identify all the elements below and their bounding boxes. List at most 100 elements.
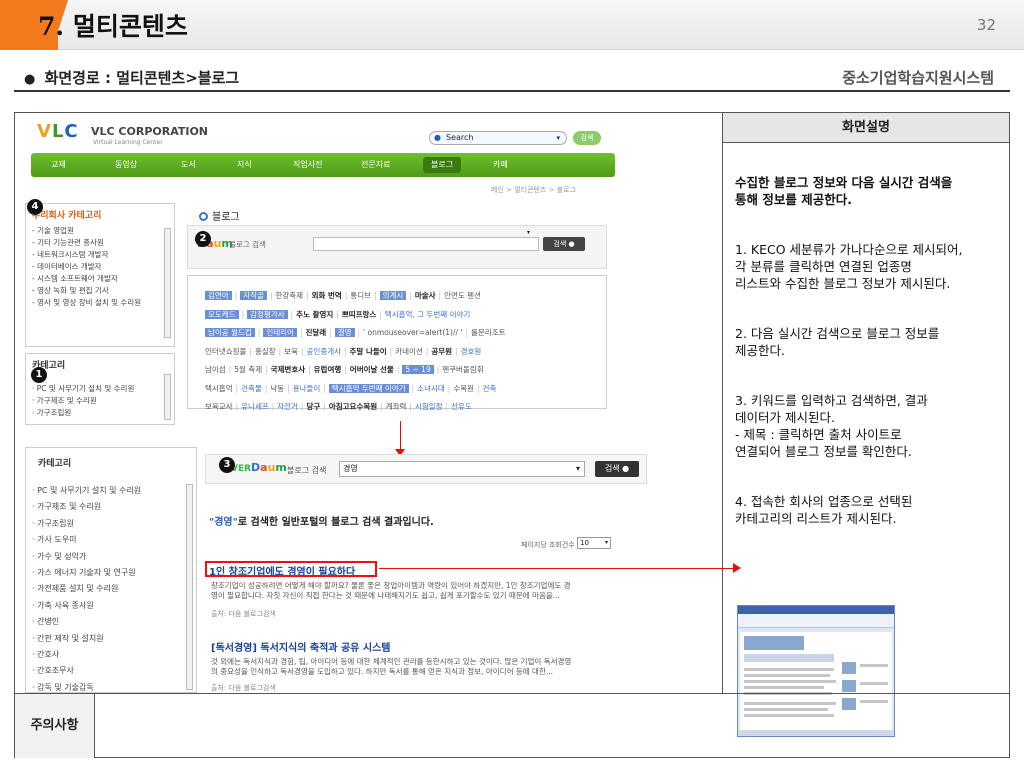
keyword-link[interactable]: 건축물 (241, 384, 262, 393)
keyword-link[interactable]: 경호원 (461, 347, 482, 356)
result-search-input[interactable]: 경영 ▾ (339, 461, 585, 477)
list-item[interactable]: · 가구조립원 (26, 516, 196, 532)
keyword-link[interactable]: 유니세프 (241, 402, 269, 411)
site-search-button[interactable]: 검색 (573, 131, 601, 145)
result-title-link[interactable]: [독서경영] 독서지식의 축적과 공유 시스템 (211, 639, 390, 654)
keyword-link[interactable]: 펜쿠버돌림휘 (442, 365, 483, 374)
list-item[interactable]: · 가축 사육 종사원 (26, 598, 196, 614)
list-item[interactable]: · 간병인 (26, 614, 196, 630)
blog-search-button[interactable]: 검색 ● (543, 237, 585, 251)
scrollbar[interactable] (186, 484, 193, 690)
result-source[interactable]: 출처: 다음 블로그검색 (211, 609, 276, 619)
list-item[interactable]: · 가수 및 성악가 (26, 549, 196, 565)
keyword-link[interactable]: 건축 (483, 384, 497, 393)
list-item[interactable]: · 간판 제작 및 설치원 (26, 631, 196, 647)
nav-textbook[interactable]: 교재 (51, 153, 66, 177)
keyword-link[interactable]: 추노 촬영지 (296, 310, 333, 319)
list-item[interactable]: - 영사 및 영상 장비 설치 및 수리원 (26, 297, 174, 309)
keyword-link[interactable]: 국제변호사 (271, 365, 306, 374)
keyword-link[interactable]: 5월 축제 (234, 365, 262, 374)
nav-job-dictionary[interactable]: 직업사전 (293, 153, 322, 177)
list-item[interactable]: - 시스템 소프트웨어 개발자 (26, 273, 174, 285)
keyword-link[interactable]: 감정평가사 (247, 309, 288, 319)
result-search-button[interactable]: 검색 ● (595, 461, 639, 477)
keyword-link[interactable]: 택시흡억 (205, 384, 233, 393)
list-item[interactable]: · 간호사 (26, 647, 196, 663)
vlc-logo[interactable]: VLC (37, 121, 79, 142)
list-item[interactable]: - 데이터베이스 개발자 (26, 261, 174, 273)
chevron-down-icon[interactable]: ▾ (556, 132, 560, 144)
keyword-link[interactable]: 남이공 월드컵 (205, 328, 255, 337)
per-page-select[interactable]: 10 ▾ (577, 537, 611, 549)
keyword-link[interactable]: 계좌력 (386, 402, 407, 411)
result-source[interactable]: 출처: 다음 블로그검색 (211, 683, 276, 693)
list-item[interactable]: · 가구조립원 (26, 407, 174, 419)
description-lead: 수집한 블로그 정보와 다음 실시간 검색을 통해 정보를 제공한다. (735, 175, 953, 207)
keyword-link[interactable]: 공무원 (431, 347, 452, 356)
keyword-link[interactable]: 한강축제 (275, 291, 303, 300)
keyword-link[interactable]: 선유도 (451, 402, 472, 411)
chevron-down-icon[interactable]: ▾ (576, 462, 580, 476)
chevron-down-icon[interactable]: ▾ (527, 229, 530, 236)
list-item[interactable]: · PC 및 사무기기 설치 및 수리원 (26, 483, 196, 499)
keyword-link[interactable]: 인테리어 (263, 328, 297, 337)
list-item[interactable]: · 간호조무사 (26, 663, 196, 679)
keyword-link[interactable]: 의계시 (379, 291, 407, 300)
scrollbar[interactable] (164, 228, 171, 338)
keyword-link[interactable]: 진달래 (305, 328, 326, 337)
list-item[interactable]: - 영상 녹화 및 편집 기사 (26, 285, 174, 297)
keyword-link[interactable]: 공인중개사 (307, 347, 342, 356)
keyword-link[interactable]: 택시흡억, 그 두번째 이야기 (385, 310, 470, 319)
list-item[interactable]: · 감독 및 기술감독 (26, 680, 196, 693)
keyword-link[interactable]: 소녀시대 (417, 384, 445, 393)
keyword-link[interactable]: 주말 나들이 (350, 347, 387, 356)
site-search-input[interactable]: ● Search ▾ (429, 131, 567, 145)
keyword-link[interactable]: 용나들이 (293, 384, 321, 393)
keyword-link[interactable]: 자전거 (277, 402, 298, 411)
keyword-link[interactable]: 시험일정 (415, 402, 443, 411)
keyword-link[interactable]: 보육 (284, 347, 298, 356)
keyword-link[interactable]: 보육교사 (205, 402, 233, 411)
keyword-link[interactable]: 5 ~ 19 (402, 365, 434, 374)
keyword-link[interactable]: 결영 (334, 328, 355, 337)
keyword-link[interactable]: 택시흡억 두번째 이야기 (328, 383, 409, 393)
keyword-link[interactable]: 유럽여행 (314, 365, 342, 374)
keyword-link[interactable]: 어버이날 선물 (350, 365, 394, 374)
keyword-link[interactable]: 마술사 (415, 291, 436, 300)
scrollbar[interactable] (164, 374, 171, 420)
keyword-link[interactable]: 룰문리조트 (471, 328, 506, 337)
nav-blog[interactable]: 블로그 (423, 157, 462, 173)
keyword-link[interactable]: 당구 (307, 402, 321, 411)
list-item[interactable]: - 네트워크시스템 개발자 (26, 249, 174, 261)
list-item[interactable]: · 가전제품 설치 및 수리원 (26, 581, 196, 597)
keyword-link[interactable]: 안면도 펜션 (444, 291, 481, 300)
nav-expert-material[interactable]: 전문자료 (361, 153, 390, 177)
list-item[interactable]: · 가구제조 및 수리원 (26, 499, 196, 515)
list-item[interactable]: · 가스 에너지 기술자 및 연구원 (26, 565, 196, 581)
keyword-link[interactable]: ' onmouseover=alert(1)// ' (363, 328, 462, 337)
blog-search-input[interactable] (313, 237, 539, 251)
keyword-link[interactable]: 카네이션 (395, 347, 423, 356)
list-item[interactable]: - 기타 기능관련 종사원 (26, 237, 174, 249)
list-item[interactable]: - 기술 영업원 (26, 225, 174, 237)
keyword-link[interactable]: 인터넷쇼핑몰 (205, 347, 246, 356)
keyword-link[interactable]: 아침고요수목원 (329, 402, 377, 411)
list-item[interactable]: · 가구제조 및 수리원 (26, 395, 174, 407)
list-item[interactable]: · PC 및 사무기기 설치 및 수리원 (26, 383, 174, 395)
list-item[interactable]: · 가사 도우미 (26, 532, 196, 548)
keyword-link[interactable]: 자작골 (240, 291, 267, 300)
keyword-link[interactable]: 모도캐드 (205, 309, 239, 319)
keyword-link[interactable]: 남이섬 (205, 365, 226, 374)
nav-cafe[interactable]: 카페 (493, 153, 508, 177)
keyword-link[interactable]: 낙동 (270, 384, 284, 393)
nav-video[interactable]: 동영상 (115, 153, 137, 177)
nav-knowledge[interactable]: 지식 (237, 153, 252, 177)
keyword-link[interactable]: 쁘띠프랑스 (342, 310, 377, 319)
keyword-link[interactable]: 통디브 (350, 291, 371, 300)
site-search-placeholder: Search (446, 133, 474, 142)
keyword-link[interactable]: 홍실장 (255, 347, 276, 356)
nav-book[interactable]: 도서 (181, 153, 196, 177)
keyword-link[interactable]: 외화 번역 (312, 291, 342, 300)
keyword-link[interactable]: 김연아 (205, 291, 232, 300)
keyword-link[interactable]: 수목원 (453, 384, 474, 393)
